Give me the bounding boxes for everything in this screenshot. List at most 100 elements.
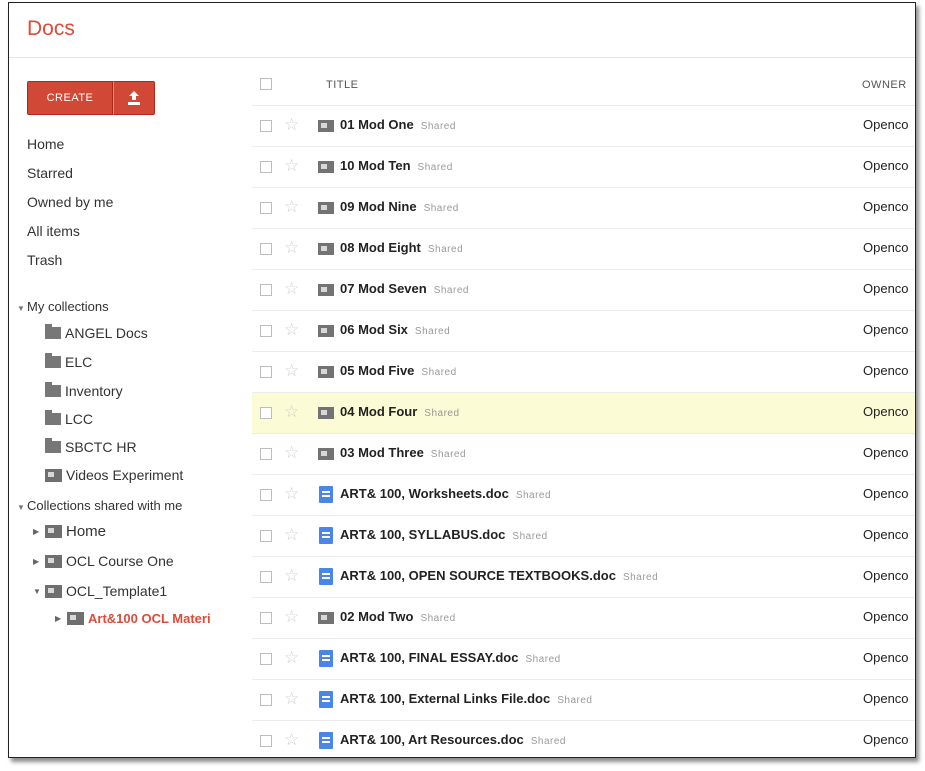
row-checkbox[interactable] [260,489,272,501]
shared-collection-ocl-course-one[interactable]: ▶ OCL Course One [33,553,174,569]
my-collections-header[interactable]: ▼ My collections [17,299,109,314]
table-row[interactable]: ☆ 03 Mod Three Shared Openco [252,434,915,475]
row-checkbox[interactable] [260,202,272,214]
item-title-text[interactable]: 07 Mod Seven [340,281,427,296]
table-row[interactable]: ☆ ART& 100, Worksheets.doc Shared Openco [252,475,915,516]
item-title[interactable]: 03 Mod Three Shared [340,445,466,460]
star-icon[interactable]: ☆ [284,730,299,750]
item-title-text[interactable]: 02 Mod Two [340,609,413,624]
item-title[interactable]: 06 Mod Six Shared [340,322,450,337]
table-row[interactable]: ☆ 06 Mod Six Shared Openco [252,311,915,352]
item-title-text[interactable]: ART& 100, Worksheets.doc [340,486,509,501]
item-title[interactable]: ART& 100, FINAL ESSAY.doc Shared [340,650,561,665]
item-title-text[interactable]: ART& 100, FINAL ESSAY.doc [340,650,518,665]
star-icon[interactable]: ☆ [284,443,299,463]
collection-angel-docs[interactable]: ANGEL Docs [45,324,148,341]
star-icon[interactable]: ☆ [284,402,299,422]
nav-starred[interactable]: Starred [27,164,113,193]
nav-trash[interactable]: Trash [27,251,113,280]
item-title[interactable]: ART& 100, OPEN SOURCE TEXTBOOKS.doc Share… [340,568,658,583]
star-icon[interactable]: ☆ [284,320,299,340]
item-title[interactable]: 09 Mod Nine Shared [340,199,459,214]
owner-column-header[interactable]: OWNER [862,79,907,91]
table-row[interactable]: ☆ 10 Mod Ten Shared Openco [252,147,915,188]
collection-videos-experiment[interactable]: Videos Experiment [45,467,183,483]
collection-sbctc-hr[interactable]: SBCTC HR [45,438,137,455]
nav-home[interactable]: Home [27,135,113,164]
table-row[interactable]: ☆ 08 Mod Eight Shared Openco [252,229,915,270]
collapse-triangle-icon[interactable]: ▼ [33,587,45,596]
star-icon[interactable]: ☆ [284,689,299,709]
table-row[interactable]: ☆ 01 Mod One Shared Openco [252,106,915,147]
collection-elc[interactable]: ELC [45,353,92,370]
table-row[interactable]: ☆ ART& 100, FINAL ESSAY.doc Shared Openco [252,639,915,680]
table-row[interactable]: ☆ 05 Mod Five Shared Openco [252,352,915,393]
row-checkbox[interactable] [260,735,272,747]
table-row[interactable]: ☆ ART& 100, OPEN SOURCE TEXTBOOKS.doc Shar… [252,557,915,598]
item-title[interactable]: ART& 100, Art Resources.doc Shared [340,732,566,747]
item-title-text[interactable]: 03 Mod Three [340,445,424,460]
star-icon[interactable]: ☆ [284,484,299,504]
table-row[interactable]: ☆ 04 Mod Four Shared Openco [252,393,915,434]
table-row[interactable]: ☆ 02 Mod Two Shared Openco [252,598,915,639]
row-checkbox[interactable] [260,612,272,624]
item-title[interactable]: 01 Mod One Shared [340,117,456,132]
nav-all-items[interactable]: All items [27,222,113,251]
expand-triangle-icon[interactable]: ▶ [33,527,45,536]
star-icon[interactable]: ☆ [284,238,299,258]
upload-button[interactable] [113,81,155,115]
collection-inventory[interactable]: Inventory [45,382,123,399]
item-title[interactable]: 04 Mod Four Shared [340,404,460,419]
row-checkbox[interactable] [260,407,272,419]
expand-triangle-icon[interactable]: ▶ [33,557,45,566]
create-button[interactable]: CREATE [27,81,113,115]
star-icon[interactable]: ☆ [284,607,299,627]
row-checkbox[interactable] [260,284,272,296]
table-row[interactable]: ☆ 07 Mod Seven Shared Openco [252,270,915,311]
item-title-text[interactable]: ART& 100, Art Resources.doc [340,732,524,747]
item-title-text[interactable]: 04 Mod Four [340,404,417,419]
item-title-text[interactable]: 05 Mod Five [340,363,414,378]
nav-owned-by-me[interactable]: Owned by me [27,193,113,222]
table-row[interactable]: ☆ 09 Mod Nine Shared Openco [252,188,915,229]
row-checkbox[interactable] [260,243,272,255]
row-checkbox[interactable] [260,448,272,460]
item-title[interactable]: 07 Mod Seven Shared [340,281,469,296]
star-icon[interactable]: ☆ [284,156,299,176]
star-icon[interactable]: ☆ [284,525,299,545]
table-row[interactable]: ☆ ART& 100, SYLLABUS.doc Shared Openco [252,516,915,557]
shared-collection-ocl-template1[interactable]: ▼ OCL_Template1 [33,583,167,599]
row-checkbox[interactable] [260,161,272,173]
row-checkbox[interactable] [260,571,272,583]
star-icon[interactable]: ☆ [284,197,299,217]
collection-lcc[interactable]: LCC [45,410,93,427]
row-checkbox[interactable] [260,325,272,337]
shared-collections-header[interactable]: ▼ Collections shared with me [17,498,182,513]
row-checkbox[interactable] [260,694,272,706]
item-title[interactable]: 10 Mod Ten Shared [340,158,453,173]
row-checkbox[interactable] [260,530,272,542]
row-checkbox[interactable] [260,366,272,378]
item-title-text[interactable]: 06 Mod Six [340,322,408,337]
item-title-text[interactable]: 10 Mod Ten [340,158,411,173]
item-title-text[interactable]: ART& 100, External Links File.doc [340,691,550,706]
select-all-checkbox[interactable] [260,78,272,90]
collapse-triangle-icon[interactable]: ▼ [17,304,27,313]
collapse-triangle-icon[interactable]: ▼ [17,503,27,512]
item-title[interactable]: 08 Mod Eight Shared [340,240,463,255]
item-title[interactable]: 05 Mod Five Shared [340,363,457,378]
item-title[interactable]: ART& 100, Worksheets.doc Shared [340,486,551,501]
item-title[interactable]: ART& 100, External Links File.doc Shared [340,691,592,706]
table-row[interactable]: ☆ ART& 100, Art Resources.doc Shared Openco [252,721,915,757]
item-title[interactable]: ART& 100, SYLLABUS.doc Shared [340,527,548,542]
item-title-text[interactable]: ART& 100, OPEN SOURCE TEXTBOOKS.doc [340,568,616,583]
title-column-header[interactable]: TITLE [326,79,358,91]
item-title-text[interactable]: 01 Mod One [340,117,414,132]
item-title-text[interactable]: 09 Mod Nine [340,199,417,214]
expand-triangle-icon[interactable]: ▶ [55,614,67,623]
shared-collection-art100-ocl-materials[interactable]: ▶ Art&100 OCL Materi [55,611,211,626]
row-checkbox[interactable] [260,120,272,132]
table-row[interactable]: ☆ ART& 100, External Links File.doc Shared… [252,680,915,721]
star-icon[interactable]: ☆ [284,279,299,299]
docs-title[interactable]: Docs [27,17,75,41]
